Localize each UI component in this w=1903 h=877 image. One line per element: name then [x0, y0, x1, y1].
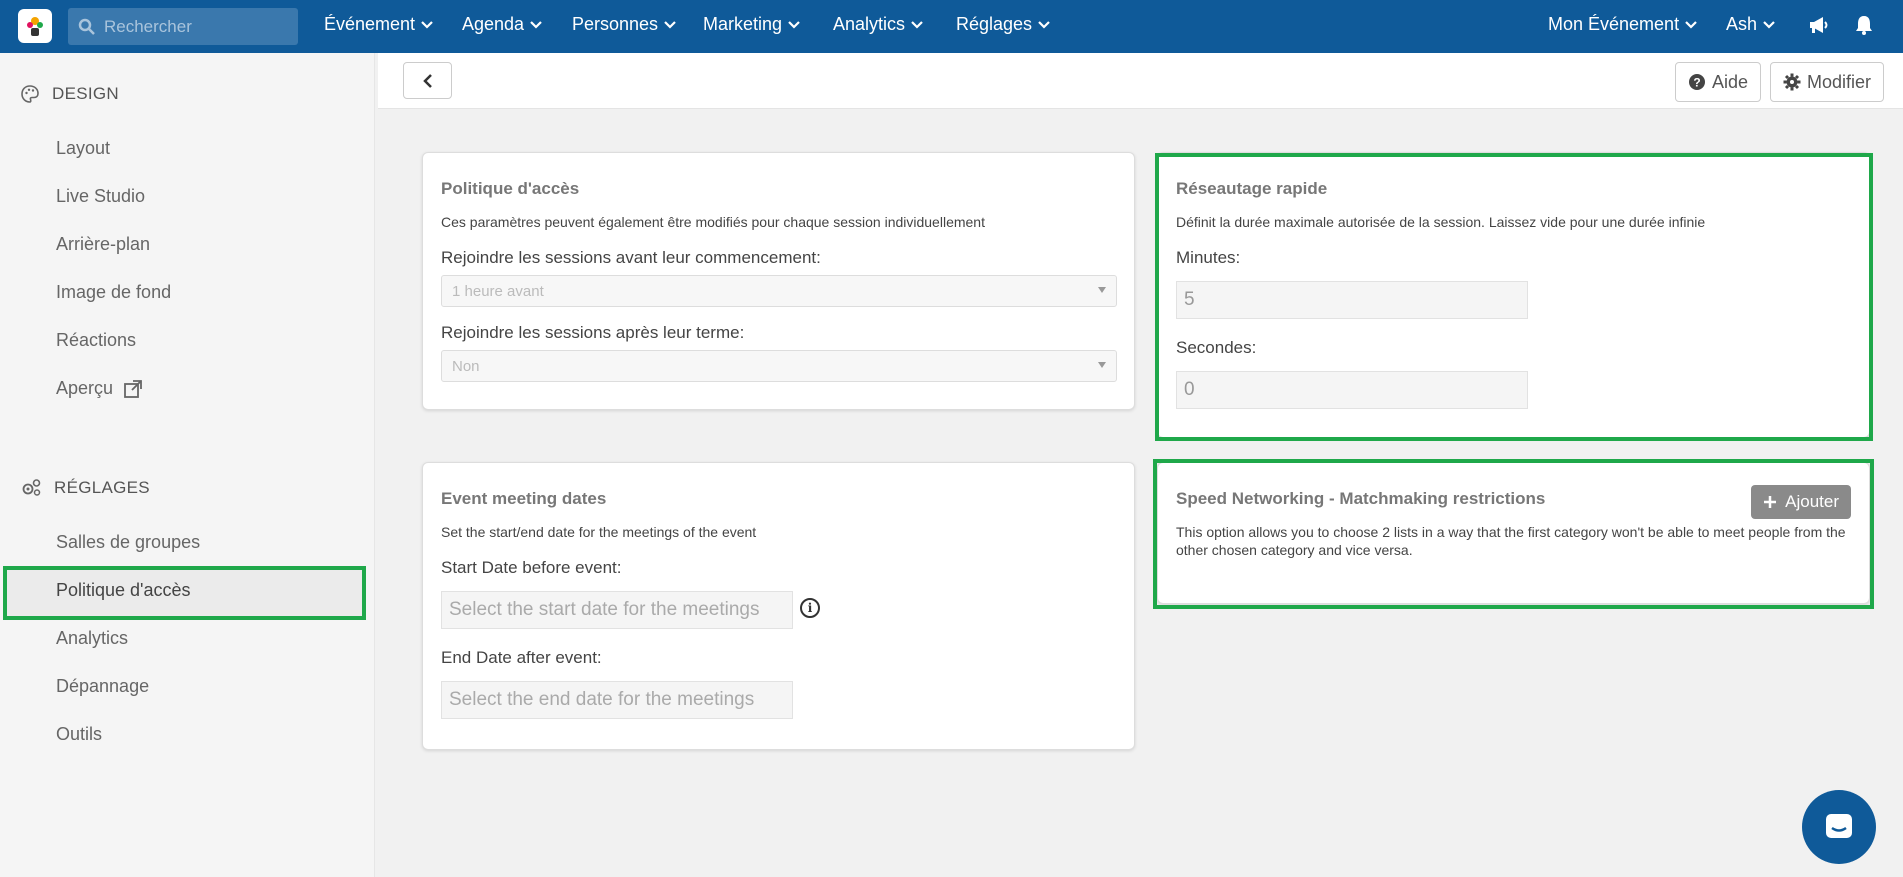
chevron-down-icon: [421, 20, 433, 29]
chevron-down-icon: [788, 20, 800, 29]
nav-menu-evenement[interactable]: Événement: [324, 14, 433, 35]
sidebar: [0, 53, 375, 877]
meeting-dates-card: Event meeting dates Set the start/end da…: [422, 462, 1135, 750]
chat-launcher-button[interactable]: [1802, 790, 1876, 864]
sidebar-item-depannage[interactable]: Dépannage: [56, 676, 149, 697]
sidebar-section-design: DESIGN: [20, 84, 119, 104]
nav-menu-label: Événement: [324, 14, 416, 34]
sidebar-item-analytics[interactable]: Analytics: [56, 628, 128, 649]
user-menu[interactable]: Ash: [1726, 14, 1775, 35]
event-switcher[interactable]: Mon Événement: [1548, 14, 1697, 35]
sidebar-item-salles-de-groupes[interactable]: Salles de groupes: [56, 532, 200, 553]
end-date-label: End Date after event:: [441, 648, 602, 667]
sidebar-item-layout[interactable]: Layout: [56, 138, 110, 159]
sidebar-item-label: Live Studio: [56, 186, 146, 206]
card-description: Set the start/end date for the meetings …: [441, 524, 757, 540]
nav-menu-analytics[interactable]: Analytics: [833, 14, 923, 35]
sidebar-item-label: Arrière-plan: [56, 234, 151, 254]
join-before-label: Rejoindre les sessions avant leur commen…: [441, 248, 821, 267]
chevron-down-icon: [1763, 20, 1775, 29]
event-switcher-label: Mon Événement: [1548, 14, 1680, 34]
gears-icon: [22, 479, 41, 496]
back-button[interactable]: [403, 62, 452, 99]
sidebar-item-apercu[interactable]: Aperçu: [56, 378, 143, 399]
sidebar-item-label: Dépannage: [56, 676, 150, 696]
card-title: Event meeting dates: [441, 489, 607, 508]
app-logo-icon[interactable]: [18, 9, 52, 43]
nav-menu-label: Réglages: [956, 14, 1033, 34]
search-icon: [78, 18, 95, 35]
question-circle-icon: ?: [1689, 74, 1705, 90]
nav-menu-label: Analytics: [833, 14, 906, 34]
sidebar-item-label: Réactions: [56, 330, 137, 350]
nav-menu-label: Marketing: [703, 14, 783, 34]
sidebar-item-label: Aperçu: [56, 378, 114, 398]
sidebar-section-reglages: RÉGLAGES: [20, 478, 150, 498]
nav-menu-reglages[interactable]: Réglages: [956, 14, 1050, 35]
megaphone-icon[interactable]: [1807, 14, 1829, 41]
chevron-down-icon: [664, 20, 676, 29]
chat-icon: [1826, 814, 1852, 838]
sidebar-item-label: Layout: [56, 138, 111, 158]
sidebar-item-label: Outils: [56, 724, 103, 744]
matchmaking-highlight: [1153, 459, 1874, 609]
help-button[interactable]: ? Aide: [1675, 62, 1762, 102]
join-after-value: Non: [452, 357, 480, 375]
card-title: Politique d'accès: [441, 179, 580, 198]
start-date-placeholder: Select the start date for the meetings: [449, 599, 760, 620]
edit-button[interactable]: Modifier: [1770, 62, 1885, 102]
sidebar-item-reactions[interactable]: Réactions: [56, 330, 136, 351]
sidebar-section-title: RÉGLAGES: [54, 478, 150, 497]
gear-icon: [1783, 73, 1801, 91]
chevron-down-icon: [530, 20, 542, 29]
start-date-label: Start Date before event:: [441, 558, 622, 577]
sidebar-item-politique-d-acces[interactable]: Politique d'accès: [56, 580, 191, 601]
sidebar-item-outils[interactable]: Outils: [56, 724, 102, 745]
help-button-label: Aide: [1712, 71, 1749, 92]
chevron-left-icon: [422, 73, 432, 88]
card-description: Ces paramètres peuvent également être mo…: [441, 214, 985, 230]
start-date-input[interactable]: Select the start date for the meetings: [441, 591, 793, 629]
sidebar-item-label: Image de fond: [56, 282, 172, 302]
nav-menu-personnes[interactable]: Personnes: [572, 14, 676, 35]
palette-icon: [21, 85, 39, 103]
sidebar-item-label: Politique d'accès: [56, 580, 191, 600]
caret-down-icon: [1098, 287, 1106, 293]
end-date-input[interactable]: Select the end date for the meetings: [441, 681, 793, 719]
sidebar-item-label: Analytics: [56, 628, 129, 648]
access-policy-card: Politique d'accès Ces paramètres peuvent…: [422, 152, 1135, 410]
info-icon[interactable]: i: [800, 598, 820, 618]
speed-networking-highlight: [1155, 153, 1873, 441]
join-after-label: Rejoindre les sessions après leur terme:: [441, 323, 745, 342]
top-navbar: Événement Agenda Personnes Marketing Ana…: [0, 0, 1903, 53]
nav-menu-label: Agenda: [462, 14, 525, 34]
user-name: Ash: [1726, 14, 1758, 34]
svg-text:?: ?: [1693, 76, 1700, 90]
join-before-value: 1 heure avant: [452, 282, 544, 300]
chevron-down-icon: [1685, 20, 1697, 29]
sidebar-item-arriere-plan[interactable]: Arrière-plan: [56, 234, 150, 255]
search-box[interactable]: [68, 8, 298, 45]
sidebar-section-title: DESIGN: [52, 84, 119, 103]
chevron-down-icon: [911, 20, 923, 29]
join-before-select[interactable]: 1 heure avant: [441, 275, 1117, 307]
nav-menu-marketing[interactable]: Marketing: [703, 14, 800, 35]
nav-menu-agenda[interactable]: Agenda: [462, 14, 542, 35]
sidebar-item-live-studio[interactable]: Live Studio: [56, 186, 145, 207]
caret-down-icon: [1098, 362, 1106, 368]
sidebar-item-image-de-fond[interactable]: Image de fond: [56, 282, 171, 303]
search-input[interactable]: [104, 16, 284, 37]
chevron-down-icon: [1038, 20, 1050, 29]
external-link-icon: [124, 379, 142, 398]
end-date-placeholder: Select the end date for the meetings: [449, 689, 755, 710]
edit-button-label: Modifier: [1807, 71, 1872, 92]
join-after-select[interactable]: Non: [441, 350, 1117, 382]
bell-icon[interactable]: [1853, 14, 1875, 41]
sidebar-item-label: Salles de groupes: [56, 532, 201, 552]
nav-menu-label: Personnes: [572, 14, 659, 34]
